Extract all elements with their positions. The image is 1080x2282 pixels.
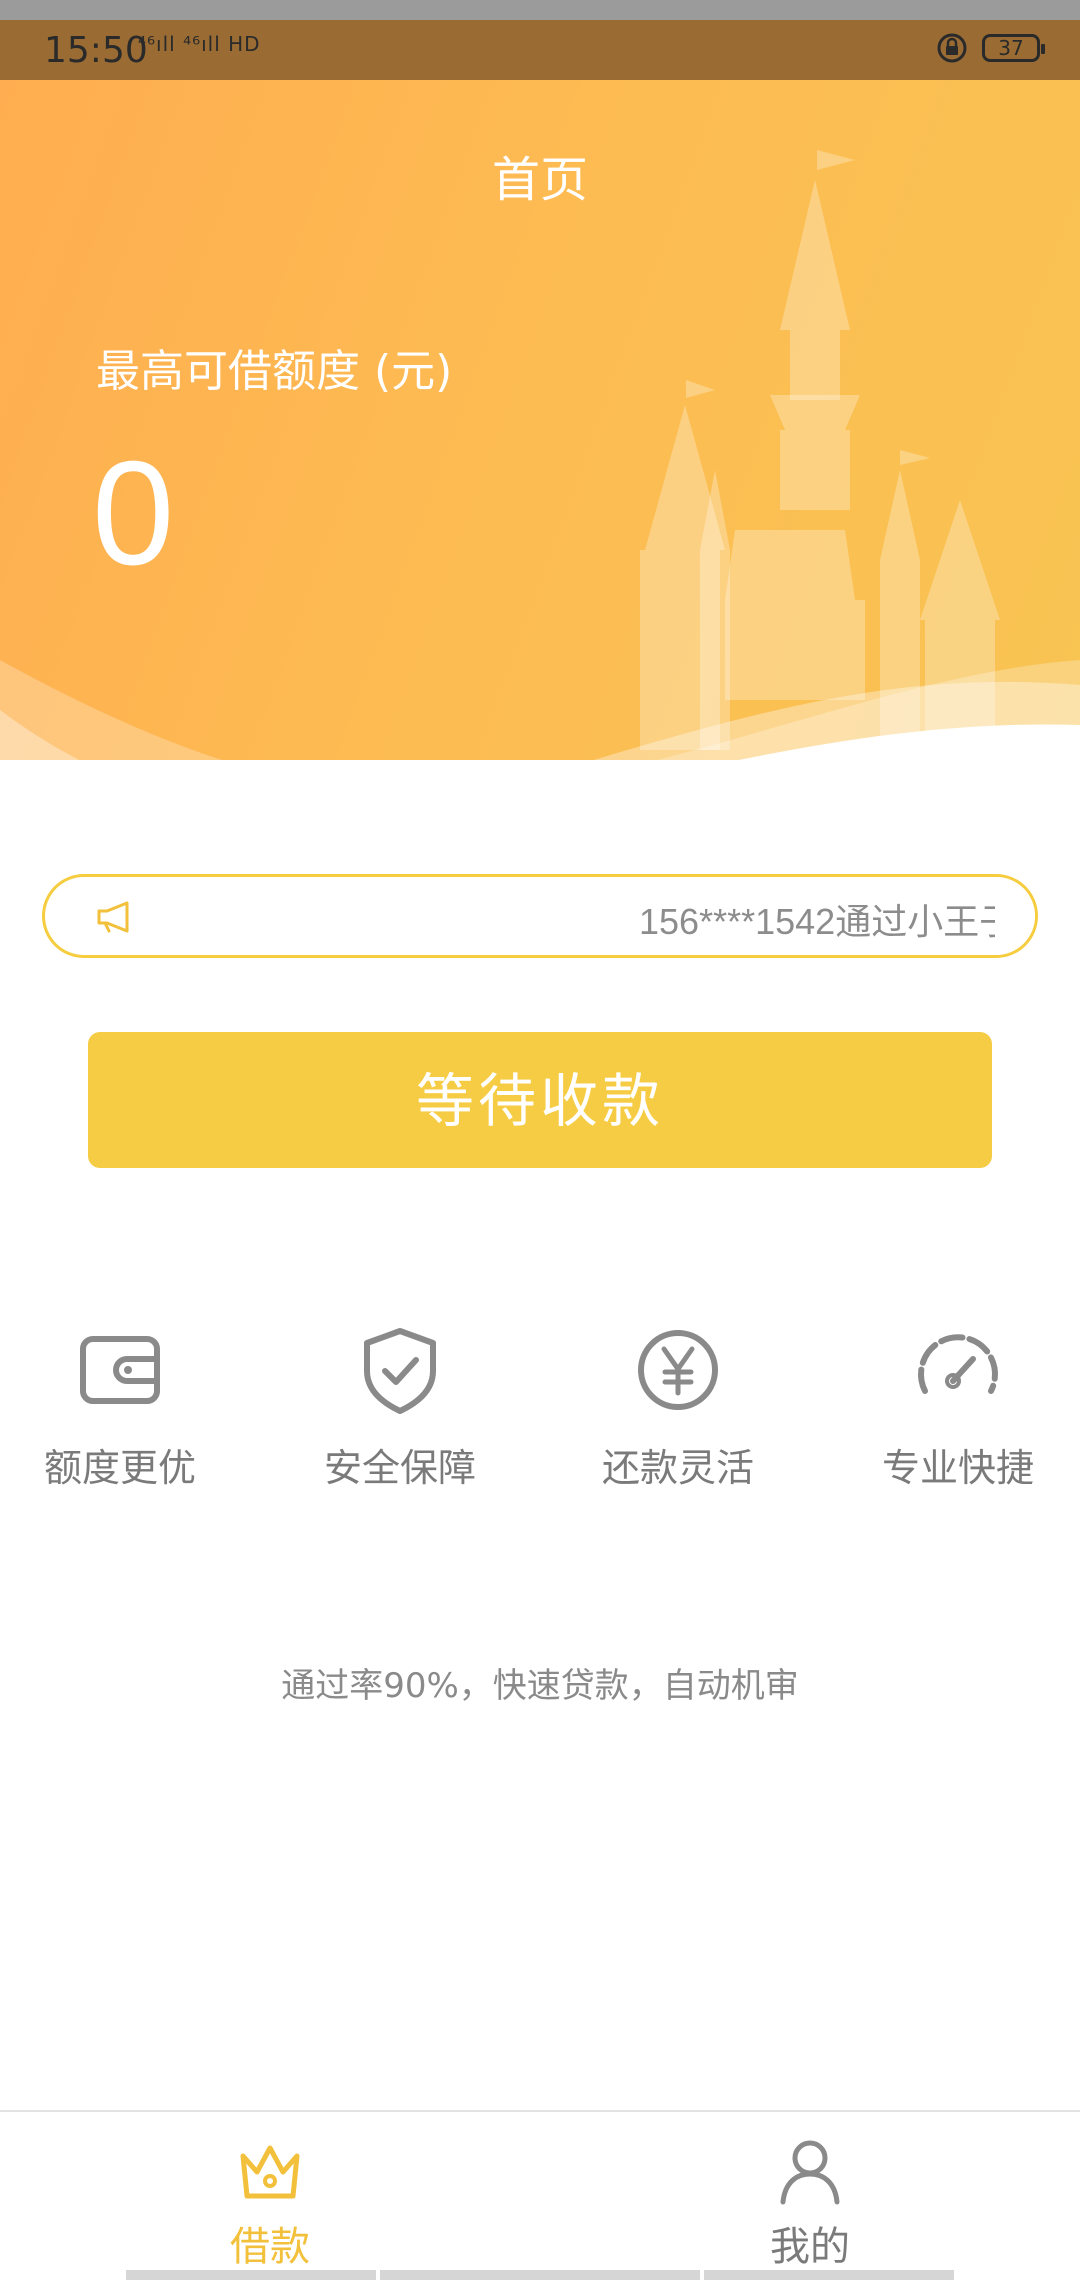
wallet-icon xyxy=(80,1336,160,1404)
tab-label: 借款 xyxy=(230,2224,310,2270)
feature-label: 安全保障 xyxy=(323,1446,476,1490)
status-right: 37 xyxy=(936,32,1045,64)
top-edge xyxy=(0,0,1080,20)
limit-label: 最高可借额度 (元) xyxy=(96,346,453,397)
battery-icon: 37 xyxy=(982,34,1045,62)
rotation-lock-icon xyxy=(937,33,967,63)
feature-item-quota: 额度更优 xyxy=(10,1325,230,1492)
feature-item-security: 安全保障 xyxy=(290,1325,510,1492)
wave-decoration xyxy=(0,660,1080,760)
bottom-tab-bar: 借款 我的 xyxy=(0,2110,1080,2282)
feature-label: 还款灵活 xyxy=(601,1446,754,1490)
status-bar: 15:50 ⁴⁶ıll ⁴⁶ıll HD 37 xyxy=(0,20,1080,80)
notice-marquee[interactable]: 156****1542通过小王子 xyxy=(42,874,1038,958)
notice-fade xyxy=(995,877,1035,955)
feature-label: 额度更优 xyxy=(43,1446,196,1490)
tab-mine[interactable]: 我的 xyxy=(700,2136,920,2272)
tab-loan[interactable]: 借款 xyxy=(160,2136,380,2272)
signal-icons: ⁴⁶ıll ⁴⁶ıll HD xyxy=(138,32,261,56)
feature-item-fast: 专业快捷 xyxy=(848,1325,1068,1492)
nav-indicator-center xyxy=(380,2270,700,2280)
feature-label: 专业快捷 xyxy=(881,1446,1034,1490)
shield-check-icon xyxy=(364,1328,436,1414)
crown-icon xyxy=(240,2145,300,2199)
page-title: 首页 xyxy=(491,152,588,208)
tab-label: 我的 xyxy=(770,2224,850,2270)
status-time: 15:50 xyxy=(44,30,148,71)
speedometer-icon xyxy=(918,1334,998,1394)
hero-banner: 首页 最高可借额度 (元) 0 xyxy=(0,80,1080,760)
megaphone-icon xyxy=(97,901,129,933)
tagline: 通过率90%，快速贷款，自动机审 xyxy=(281,1666,799,1706)
nav-indicator-left xyxy=(126,2270,376,2280)
wait-payment-button[interactable]: 等待收款 xyxy=(88,1032,992,1168)
user-icon xyxy=(780,2140,840,2205)
nav-indicator-right xyxy=(704,2270,954,2280)
yen-icon xyxy=(638,1330,718,1410)
feature-row: 额度更优 安全保障 还款灵活 专业快捷 xyxy=(0,1325,1080,1505)
notice-text: 156****1542通过小王子 xyxy=(639,901,1016,942)
feature-item-repay: 还款灵活 xyxy=(568,1325,788,1492)
limit-value: 0 xyxy=(92,431,175,596)
